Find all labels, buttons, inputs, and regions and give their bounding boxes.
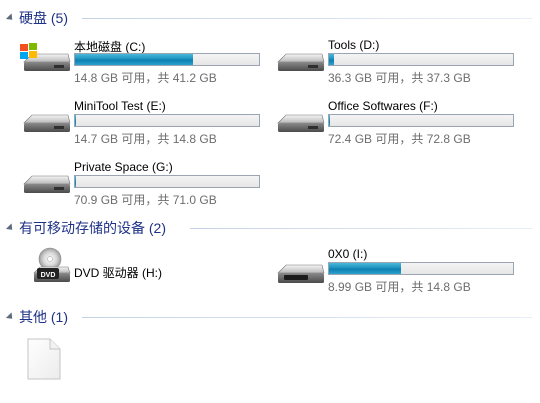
drive-capacity-text: 70.9 GB 可用，共 71.0 GB xyxy=(74,193,217,207)
drive-capacity-text: 36.3 GB 可用，共 37.3 GB xyxy=(328,71,471,85)
drive-name: 0X0 (I:) xyxy=(328,247,368,261)
removable-drive-icon xyxy=(277,264,325,283)
capacity-fill xyxy=(329,263,401,274)
group-header-hard-disks[interactable]: 硬盘 (5) xyxy=(4,9,68,27)
capacity-bar xyxy=(74,114,260,127)
drive-g[interactable]: Private Space (G:) 70.9 GB 可用，共 71.0 GB xyxy=(20,160,270,212)
capacity-fill xyxy=(329,54,334,65)
drive-name: Tools (D:) xyxy=(328,38,380,52)
group-title: 有可移动存储的设备 (2) xyxy=(19,220,166,236)
drive-name: Private Space (G:) xyxy=(74,160,173,174)
group-divider xyxy=(190,228,532,229)
drive-capacity-text: 8.99 GB 可用，共 14.8 GB xyxy=(328,280,471,294)
other-item[interactable] xyxy=(26,337,70,383)
group-header-removable[interactable]: 有可移动存储的设备 (2) xyxy=(4,219,166,237)
drive-e[interactable]: MiniTool Test (E:) 14.7 GB 可用，共 14.8 GB xyxy=(20,99,270,151)
hard-drive-icon xyxy=(23,114,71,132)
group-divider xyxy=(82,317,532,318)
drive-capacity-text: 72.4 GB 可用，共 72.8 GB xyxy=(328,132,471,146)
windows-drive-icon xyxy=(20,43,71,71)
group-divider xyxy=(82,18,532,19)
hard-drive-icon xyxy=(277,114,325,132)
collapse-arrow-icon[interactable] xyxy=(5,312,16,322)
blank-file-icon xyxy=(27,338,61,380)
drive-name: MiniTool Test (E:) xyxy=(74,99,166,113)
group-title: 其他 (1) xyxy=(19,309,68,325)
drive-i-removable[interactable]: 0X0 (I:) 8.99 GB 可用，共 14.8 GB xyxy=(274,247,524,299)
capacity-fill xyxy=(329,115,331,126)
capacity-bar xyxy=(328,53,514,66)
group-title: 硬盘 (5) xyxy=(19,10,68,26)
drive-capacity-text: 14.8 GB 可用，共 41.2 GB xyxy=(74,71,217,85)
capacity-fill xyxy=(75,54,193,65)
hard-drive-icon xyxy=(23,175,71,193)
capacity-bar xyxy=(74,53,260,66)
drive-h-dvd[interactable]: DVD DVD 驱动器 (H:) xyxy=(20,247,270,299)
drive-c[interactable]: 本地磁盘 (C:) 14.8 GB 可用，共 41.2 GB xyxy=(20,38,270,90)
hard-drive-icon xyxy=(277,53,325,71)
drive-f[interactable]: Office Softwares (F:) 72.4 GB 可用，共 72.8 … xyxy=(274,99,524,151)
collapse-arrow-icon[interactable] xyxy=(5,13,16,23)
capacity-bar xyxy=(74,175,260,188)
drive-name: DVD 驱动器 (H:) xyxy=(74,266,162,280)
capacity-fill xyxy=(75,176,76,187)
capacity-bar xyxy=(328,114,514,127)
capacity-bar xyxy=(328,262,514,275)
capacity-fill xyxy=(75,115,77,126)
drive-capacity-text: 14.7 GB 可用，共 14.8 GB xyxy=(74,132,217,146)
drive-d[interactable]: Tools (D:) 36.3 GB 可用，共 37.3 GB xyxy=(274,38,524,90)
drive-name: Office Softwares (F:) xyxy=(328,99,438,113)
group-header-other[interactable]: 其他 (1) xyxy=(4,308,68,326)
svg-text:DVD: DVD xyxy=(41,272,56,279)
dvd-drive-icon: DVD xyxy=(33,247,71,282)
collapse-arrow-icon[interactable] xyxy=(5,223,16,233)
